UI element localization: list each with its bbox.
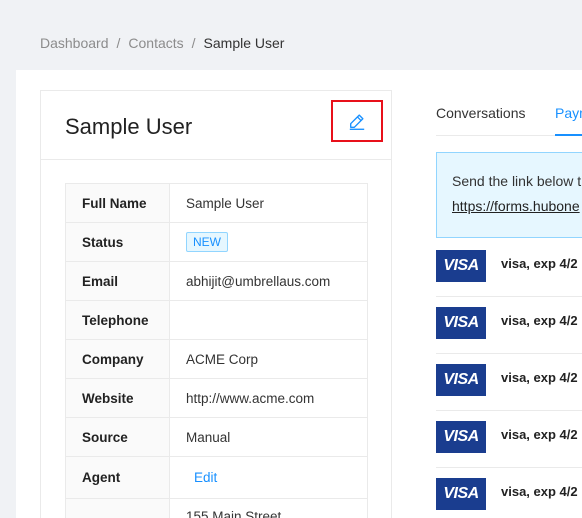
field-label: Status: [65, 222, 170, 262]
breadcrumb-separator: /: [116, 35, 121, 51]
visa-icon: VISA: [436, 307, 486, 339]
table-row: 155 Main Street: [65, 498, 368, 518]
list-item: VISA visa, exp 4/2: [436, 240, 582, 297]
status-badge: NEW: [186, 232, 228, 252]
payment-card-list: VISA visa, exp 4/2 VISA visa, exp 4/2 VI…: [436, 240, 582, 518]
list-item: VISA visa, exp 4/2: [436, 354, 582, 411]
field-label: Website: [65, 378, 170, 418]
detail-tabs: Conversations Paym: [436, 90, 582, 136]
field-value: Sample User: [169, 183, 368, 223]
field-label: [65, 498, 170, 518]
edit-agent-link[interactable]: Edit: [186, 470, 217, 485]
list-item: VISA visa, exp 4/2: [436, 297, 582, 354]
field-value: http://www.acme.com: [169, 378, 368, 418]
field-value: Manual: [169, 417, 368, 457]
tab-conversations[interactable]: Conversations: [436, 105, 526, 121]
card-description: visa, exp 4/2: [501, 427, 578, 442]
field-label: Telephone: [65, 300, 170, 340]
pencil-icon: [349, 114, 365, 130]
visa-icon: VISA: [436, 364, 486, 396]
breadcrumb-contacts[interactable]: Contacts: [128, 35, 183, 51]
contact-details-table: Full Name Sample User Status NEW Email a…: [65, 183, 368, 518]
field-value: ACME Corp: [169, 339, 368, 379]
field-value: 155 Main Street: [169, 498, 368, 518]
page-content: Sample User Full Name Sample User Status…: [16, 70, 582, 518]
tab-payments[interactable]: Paym: [555, 105, 582, 121]
table-row: Telephone: [65, 300, 368, 340]
field-label: Agent: [65, 456, 170, 499]
edit-contact-button[interactable]: [331, 100, 383, 142]
card-description: visa, exp 4/2: [501, 313, 578, 328]
active-tab-indicator: [555, 134, 582, 136]
list-item: VISA visa, exp 4/2: [436, 411, 582, 468]
alert-text: Send the link below t: [452, 173, 582, 189]
page-title: Sample User: [65, 114, 193, 139]
breadcrumb-current: Sample User: [203, 35, 285, 51]
payment-form-link[interactable]: https://forms.hubone: [452, 198, 582, 214]
list-item: VISA visa, exp 4/2: [436, 468, 582, 518]
field-label: Source: [65, 417, 170, 457]
table-row: Source Manual: [65, 417, 368, 457]
breadcrumb-dashboard[interactable]: Dashboard: [40, 35, 109, 51]
field-label: Full Name: [65, 183, 170, 223]
breadcrumb-separator: /: [191, 35, 196, 51]
table-row: Agent Edit: [65, 456, 368, 499]
contact-card-header: Sample User: [41, 91, 391, 160]
contact-card: Sample User Full Name Sample User Status…: [40, 90, 392, 518]
payment-link-alert: Send the link below t https://forms.hubo…: [436, 152, 582, 238]
visa-icon: VISA: [436, 421, 486, 453]
field-label: Company: [65, 339, 170, 379]
table-row: Email abhijit@umbrellaus.com: [65, 261, 368, 301]
table-row: Status NEW: [65, 222, 368, 262]
visa-icon: VISA: [436, 478, 486, 510]
card-description: visa, exp 4/2: [501, 256, 578, 271]
field-value: [169, 300, 368, 340]
table-row: Website http://www.acme.com: [65, 378, 368, 418]
card-description: visa, exp 4/2: [501, 370, 578, 385]
visa-icon: VISA: [436, 250, 486, 282]
table-row: Company ACME Corp: [65, 339, 368, 379]
field-value: abhijit@umbrellaus.com: [169, 261, 368, 301]
breadcrumb: Dashboard / Contacts / Sample User: [40, 35, 284, 51]
field-label: Email: [65, 261, 170, 301]
card-description: visa, exp 4/2: [501, 484, 578, 499]
table-row: Full Name Sample User: [65, 183, 368, 223]
